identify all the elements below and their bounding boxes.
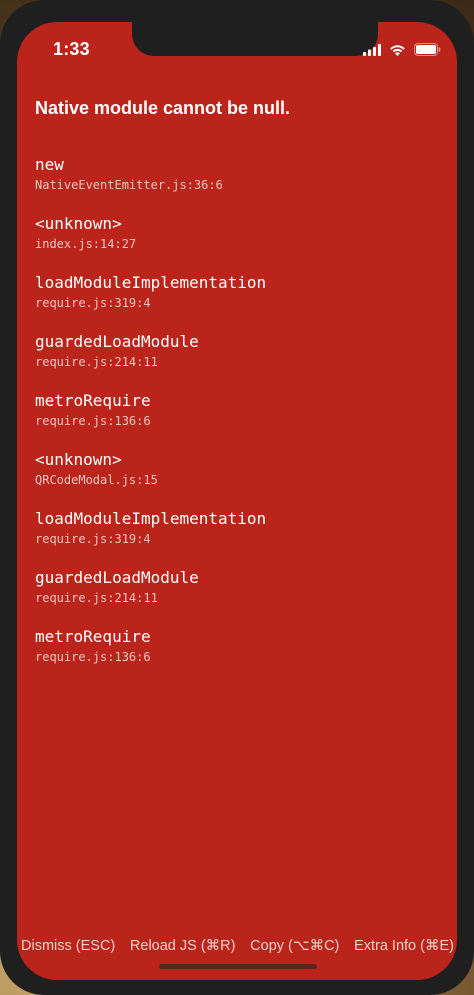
stack-frame-method: guardedLoadModule — [35, 332, 199, 351]
battery-icon — [414, 41, 441, 60]
stack-frame-method: metroRequire — [35, 391, 151, 410]
extra-info-button[interactable]: Extra Info (⌘E) — [354, 938, 454, 954]
copy-button[interactable]: Copy (⌥⌘C) — [250, 938, 339, 954]
error-message: Native module cannot be null. — [35, 98, 291, 118]
stack-frame-location: require.js:319:4 — [35, 296, 151, 310]
dismiss-button[interactable]: Dismiss (ESC) — [21, 938, 115, 954]
stack-frame[interactable]: loadModuleImplementation require.js:319:… — [35, 510, 445, 569]
stack-frame-location: require.js:214:11 — [35, 355, 158, 369]
stack-frame-method: <unknown> — [35, 214, 122, 233]
stack-frame-method: new — [35, 155, 64, 174]
stack-frame[interactable]: metroRequire require.js:136:6 — [35, 628, 445, 687]
stack-frame-method: loadModuleImplementation — [35, 509, 267, 528]
wifi-icon — [389, 41, 406, 60]
home-indicator[interactable] — [159, 964, 317, 969]
redbox-action-bar: Dismiss (ESC) Reload JS (⌘R) Copy (⌥⌘C) … — [17, 935, 457, 957]
stack-frame-method: <unknown> — [35, 450, 122, 469]
redbox-error-screen: 1:33 Native module cannot be null. new N… — [17, 22, 457, 980]
device-frame: 1:33 Native module cannot be null. new N… — [0, 0, 474, 995]
stack-frame[interactable]: new NativeEventEmitter.js:36:6 — [35, 156, 445, 215]
stack-frame-method: guardedLoadModule — [35, 568, 199, 587]
stack-frame[interactable]: guardedLoadModule require.js:214:11 — [35, 333, 445, 392]
stack-frame-method: loadModuleImplementation — [35, 273, 267, 292]
status-time: 1:33 — [53, 39, 90, 59]
stack-frame-location: require.js:319:4 — [35, 532, 151, 546]
stack-frame-method: metroRequire — [35, 627, 151, 646]
device-notch — [132, 22, 378, 56]
stack-frame[interactable]: metroRequire require.js:136:6 — [35, 392, 445, 451]
reload-js-button[interactable]: Reload JS (⌘R) — [130, 938, 236, 954]
stack-frame[interactable]: loadModuleImplementation require.js:319:… — [35, 274, 445, 333]
stack-frame-location: require.js:136:6 — [35, 414, 151, 428]
stack-frame-location: index.js:14:27 — [35, 237, 137, 251]
stack-frame-location: NativeEventEmitter.js:36:6 — [35, 178, 223, 192]
stack-frame-location: require.js:136:6 — [35, 650, 151, 664]
stack-frame[interactable]: <unknown> index.js:14:27 — [35, 215, 445, 274]
status-icons — [363, 41, 441, 60]
signal-icon — [363, 41, 381, 60]
stack-frame[interactable]: <unknown> QRCodeModal.js:15 — [35, 451, 445, 510]
stack-frame-location: require.js:214:11 — [35, 591, 158, 605]
stack-frame[interactable]: guardedLoadModule require.js:214:11 — [35, 569, 445, 628]
stack-frame-location: QRCodeModal.js:15 — [35, 473, 158, 487]
stack-trace-list[interactable]: new NativeEventEmitter.js:36:6 <unknown>… — [35, 156, 445, 687]
